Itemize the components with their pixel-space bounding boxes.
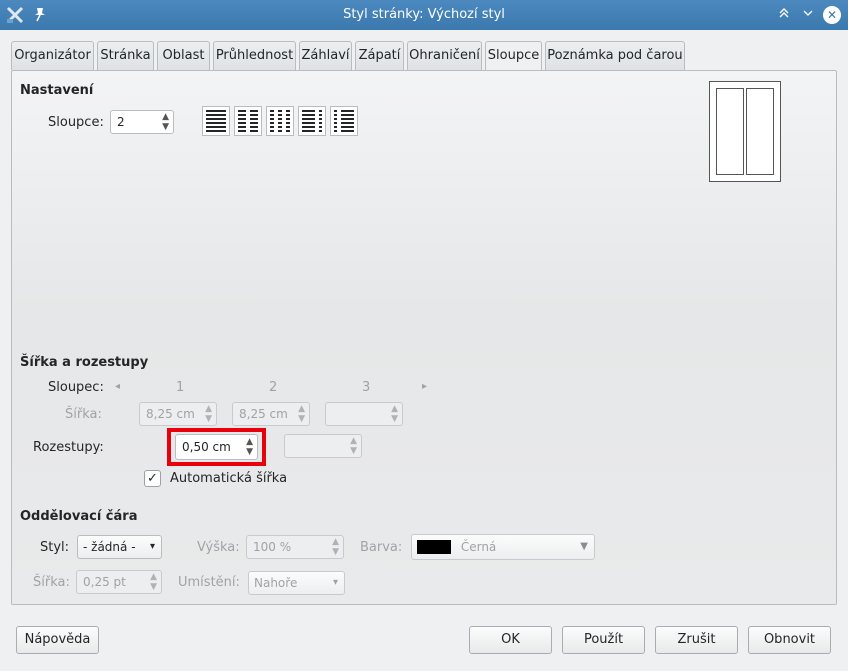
settings-heading: Nastavení — [20, 83, 94, 98]
width-spinbox-2[interactable]: 8,25 cm ▲ ▼ — [232, 402, 310, 426]
close-icon[interactable]: ✕ — [823, 6, 841, 24]
chevron-down-icon: ▼ — [580, 541, 588, 552]
scroll-right-icon[interactable]: ▸ — [422, 381, 427, 392]
separator-heading: Oddělovací čára — [20, 509, 138, 524]
layout-two-columns-left-wide-icon[interactable] — [298, 106, 326, 136]
width-value-2: 8,25 cm — [239, 407, 288, 421]
width-spinbox-1[interactable]: 8,25 cm ▲ ▼ — [139, 402, 217, 426]
color-value: Černá — [460, 540, 497, 554]
spin-arrows-icon[interactable]: ▲ ▼ — [332, 537, 339, 557]
position-label: Umístění: — [178, 575, 240, 590]
line-width-spinbox[interactable]: 0,25 pt ▲ ▼ — [76, 570, 162, 594]
cancel-button[interactable]: Zrušit — [655, 626, 738, 654]
keep-above-icon[interactable] — [775, 6, 793, 24]
columns-label: Sloupce: — [48, 115, 104, 130]
line-style-value: - žádná - — [83, 540, 136, 554]
spacing-spinbox-2[interactable]: ▲ ▼ — [284, 434, 362, 458]
tab-page[interactable]: Stránka — [97, 41, 154, 70]
layout-one-column-icon[interactable] — [202, 106, 230, 136]
tab-footnote[interactable]: Poznámka pod čarou — [545, 41, 685, 70]
line-style-select[interactable]: - žádná - ▾ — [77, 535, 162, 559]
position-select[interactable]: Nahoře ▾ — [248, 571, 345, 595]
width-spacing-heading: Šířka a rozestupy — [20, 355, 149, 370]
window-title: Styl stránky: Výchozí styl — [343, 7, 505, 22]
tab-header[interactable]: Záhlaví — [299, 41, 352, 70]
spin-arrows-icon[interactable]: ▲ ▼ — [350, 436, 357, 456]
minimize-icon[interactable] — [799, 6, 817, 24]
column-number-2: 2 — [269, 380, 278, 395]
width-value-1: 8,25 cm — [146, 407, 195, 421]
line-style-label: Styl: — [40, 540, 70, 555]
spin-arrows-icon[interactable]: ▲ ▼ — [150, 572, 157, 592]
column-label: Sloupec: — [48, 380, 104, 395]
highlight-box — [167, 428, 266, 466]
column-number-1: 1 — [176, 380, 185, 395]
scroll-left-icon[interactable]: ◂ — [115, 381, 120, 392]
ok-button[interactable]: OK — [469, 626, 552, 654]
color-select[interactable]: Černá ▼ — [411, 534, 595, 560]
position-value: Nahoře — [254, 576, 298, 590]
layout-two-columns-icon[interactable] — [234, 106, 262, 136]
chevron-down-icon: ▾ — [332, 577, 338, 588]
spin-arrows-icon[interactable]: ▲ ▼ — [162, 112, 169, 132]
columns-preview — [709, 81, 781, 182]
tab-organizer[interactable]: Organizátor — [11, 41, 94, 70]
chevron-down-icon: ▾ — [149, 541, 155, 552]
width-label: Šířka: — [65, 407, 102, 422]
tab-footer[interactable]: Zápatí — [355, 41, 404, 70]
layout-two-columns-right-wide-icon[interactable] — [330, 106, 358, 136]
tab-area[interactable]: Oblast — [157, 41, 210, 70]
spin-arrows-icon[interactable]: ▲ ▼ — [205, 404, 212, 424]
line-width-label: Šířka: — [33, 575, 70, 590]
help-button[interactable]: Nápověda — [16, 626, 99, 654]
height-spinbox[interactable]: 100 % ▲ ▼ — [246, 535, 344, 559]
spin-arrows-icon[interactable]: ▲ ▼ — [298, 404, 305, 424]
tab-transparency[interactable]: Průhlednost — [213, 41, 296, 70]
auto-width-label: Automatická šířka — [170, 471, 288, 486]
columns-spinbox[interactable]: 2 ▲ ▼ — [110, 110, 174, 134]
line-width-value: 0,25 pt — [83, 575, 126, 589]
title-bar: Styl stránky: Výchozí styl ✕ — [0, 0, 848, 30]
spacing-label: Rozestupy: — [33, 440, 104, 455]
height-value: 100 % — [253, 540, 292, 554]
height-label: Výška: — [197, 540, 240, 555]
apply-button[interactable]: Použít — [562, 626, 645, 654]
auto-width-checkbox[interactable]: ✓ — [144, 470, 161, 487]
width-spinbox-3[interactable]: ▲ ▼ — [325, 402, 403, 426]
columns-value: 2 — [117, 115, 125, 129]
color-swatch — [417, 539, 451, 554]
reset-button[interactable]: Obnovit — [748, 626, 831, 654]
color-label: Barva: — [360, 540, 403, 555]
column-number-3: 3 — [362, 380, 371, 395]
spin-arrows-icon[interactable]: ▲ ▼ — [391, 404, 398, 424]
tab-columns[interactable]: Sloupce — [485, 41, 542, 71]
layout-three-columns-icon[interactable] — [266, 106, 294, 136]
tab-borders[interactable]: Ohraničení — [407, 41, 482, 70]
